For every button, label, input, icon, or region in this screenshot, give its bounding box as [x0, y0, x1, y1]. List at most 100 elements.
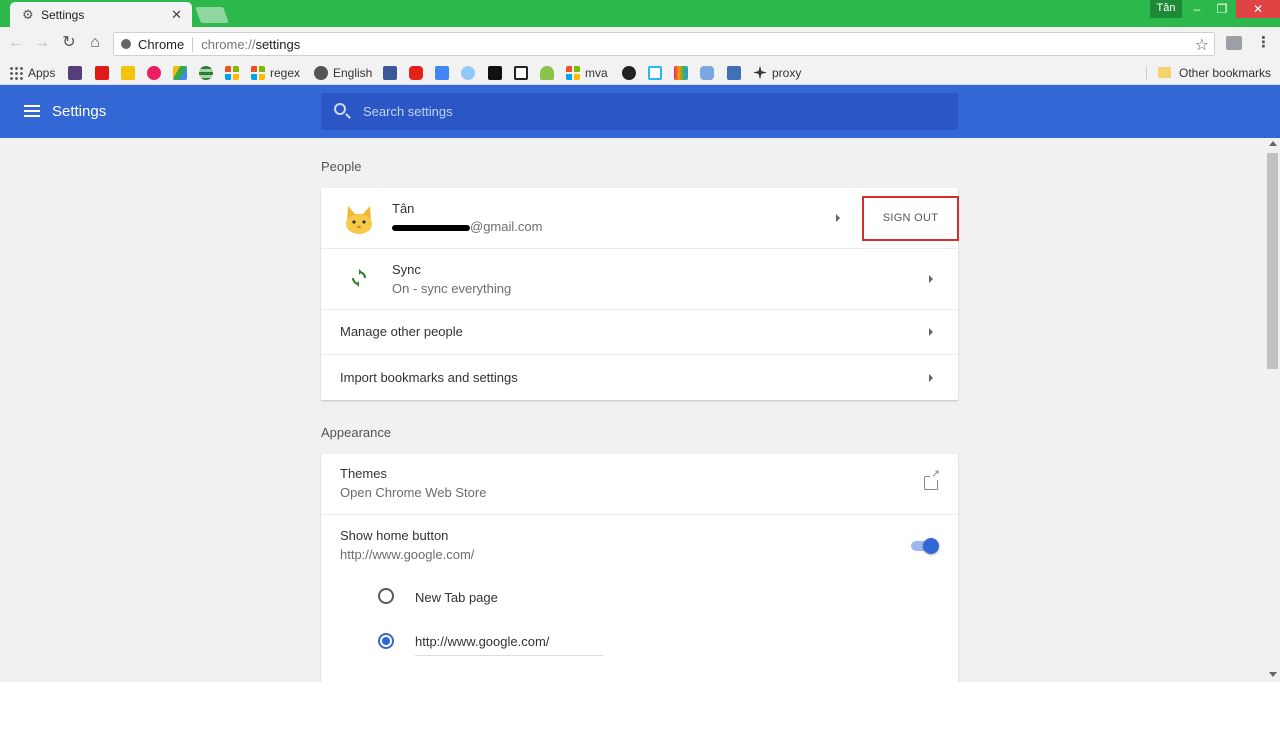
sync-arrow-icon [929, 275, 933, 283]
address-bar[interactable]: Chrome chrome:// settings ☆ [113, 32, 1215, 56]
chrome-window: ⚙ Settings ✕ Tân – ❐ ✕ ← → ↻ ⌂ Chrome ch… [0, 0, 1280, 682]
microsoft-icon [251, 65, 265, 80]
bookmark-mva-label: mva [585, 65, 608, 80]
extension-icon[interactable] [1226, 36, 1242, 50]
bookmark-translate[interactable] [435, 64, 449, 81]
bookmark-proxy[interactable]: proxy [753, 64, 801, 81]
scrollbar[interactable] [1265, 138, 1280, 682]
scroll-down-icon[interactable] [1269, 672, 1277, 677]
radio-new-tab[interactable] [378, 588, 394, 604]
sync-row[interactable]: Sync On - sync everything [321, 248, 958, 309]
tab-close-icon[interactable]: ✕ [171, 7, 182, 23]
bookmarks-separator [1146, 66, 1147, 80]
account-row[interactable]: Tân @gmail.com SIGN OUT [321, 188, 959, 248]
stripes-icon [199, 65, 213, 80]
cloud-icon [461, 65, 475, 80]
email-domain: @gmail.com [470, 219, 543, 234]
external-link-icon[interactable] [924, 469, 940, 490]
bookmark-english-label: English [333, 65, 373, 80]
sign-out-button[interactable]: SIGN OUT [862, 196, 959, 241]
new-tab-button[interactable] [195, 7, 229, 23]
microsoft-icon [566, 65, 580, 80]
account-name: Tân [392, 201, 415, 216]
import-bookmarks-label: Import bookmarks and settings [340, 370, 518, 385]
back-arrow-icon[interactable]: ← [5, 32, 27, 54]
bookmark-mva[interactable]: mva [566, 64, 608, 81]
bookmark-drive[interactable] [173, 64, 187, 81]
google-drive-icon [173, 65, 187, 80]
home-button-label: Show home button [340, 528, 449, 543]
themes-sub: Open Chrome Web Store [340, 485, 487, 500]
angular-icon [95, 65, 109, 80]
proxy-icon [753, 65, 767, 80]
code-icon [648, 65, 662, 80]
github-icon [622, 65, 636, 80]
settings-header: Settings [0, 85, 1280, 138]
hamburger-menu-icon[interactable] [24, 105, 40, 117]
themes-row[interactable]: Themes Open Chrome Web Store [321, 454, 958, 514]
bookmark-github[interactable] [622, 64, 636, 81]
menu-kebab-icon[interactable]: ⋮ [1256, 33, 1271, 51]
account-arrow-icon [836, 214, 840, 222]
bookmark-regex[interactable]: regex [251, 64, 300, 81]
puzzle-icon [314, 65, 328, 80]
url-path: settings [255, 36, 301, 52]
restore-button[interactable]: ❐ [1209, 0, 1235, 18]
close-window-button[interactable]: ✕ [1236, 0, 1280, 18]
cat-avatar-icon [346, 206, 372, 234]
scroll-up-icon[interactable] [1269, 141, 1277, 146]
custom-url-input[interactable]: http://www.google.com/ [415, 634, 603, 656]
tab-settings[interactable]: ⚙ Settings ✕ [10, 2, 192, 27]
home-button-toggle[interactable] [909, 538, 939, 554]
bookmark-english[interactable]: English [314, 64, 372, 81]
radio-custom-url[interactable] [378, 633, 394, 649]
import-arrow-icon [929, 374, 933, 382]
apps-grid-icon [9, 65, 23, 80]
microsoft-icon [225, 65, 239, 80]
youtube-icon [409, 65, 423, 80]
bookmark-b[interactable] [68, 64, 82, 81]
bookmark-r[interactable] [727, 64, 741, 81]
manage-people-row[interactable]: Manage other people [321, 309, 958, 354]
other-bookmarks[interactable]: Other bookmarks [1158, 64, 1271, 81]
bookmark-apps-label: Apps [28, 65, 56, 80]
other-bookmarks-label: Other bookmarks [1179, 65, 1272, 80]
search-icon [334, 103, 346, 115]
sync-icon [352, 269, 366, 287]
import-bookmarks-row[interactable]: Import bookmarks and settings [321, 354, 958, 400]
search-box[interactable] [321, 93, 958, 130]
bookmark-download[interactable] [514, 64, 528, 81]
forward-arrow-icon[interactable]: → [31, 32, 53, 54]
scroll-thumb[interactable] [1267, 153, 1278, 369]
bookmark-android[interactable] [540, 64, 554, 81]
search-input[interactable] [363, 101, 923, 121]
gear-icon: ⚙ [22, 7, 34, 22]
appearance-section-title: Appearance [321, 425, 392, 440]
themes-label: Themes [340, 466, 387, 481]
bookmark-ms1[interactable] [225, 64, 239, 81]
bookmark-youtube[interactable] [409, 64, 423, 81]
manage-people-arrow-icon [929, 328, 933, 336]
bookmark-colorful[interactable] [674, 64, 688, 81]
title-bar: ⚙ Settings ✕ Tân – ❐ ✕ [0, 0, 1280, 27]
sync-label: Sync [392, 262, 421, 277]
bookmark-angular[interactable] [95, 64, 109, 81]
r-icon [727, 65, 741, 80]
home-icon[interactable]: ⌂ [84, 32, 106, 54]
bookmark-lightning[interactable] [121, 64, 135, 81]
bookmark-hex[interactable] [700, 64, 714, 81]
bookmark-apps[interactable]: Apps [9, 64, 55, 81]
reload-icon[interactable]: ↻ [58, 32, 80, 54]
profile-button[interactable]: Tân [1150, 0, 1182, 18]
home-button-url: http://www.google.com/ [340, 547, 475, 562]
bookmark-cloud[interactable] [461, 64, 475, 81]
bookmark-code[interactable] [648, 64, 662, 81]
page-title: Settings [52, 103, 107, 120]
minimize-button[interactable]: – [1184, 0, 1210, 18]
colorful-icon [674, 65, 688, 80]
bookmark-photo[interactable] [488, 64, 502, 81]
bookmark-pink[interactable] [147, 64, 161, 81]
bookmark-star-icon[interactable]: ☆ [1195, 35, 1209, 55]
bookmark-facebook[interactable] [383, 64, 397, 81]
bookmark-stripes[interactable] [199, 64, 213, 81]
